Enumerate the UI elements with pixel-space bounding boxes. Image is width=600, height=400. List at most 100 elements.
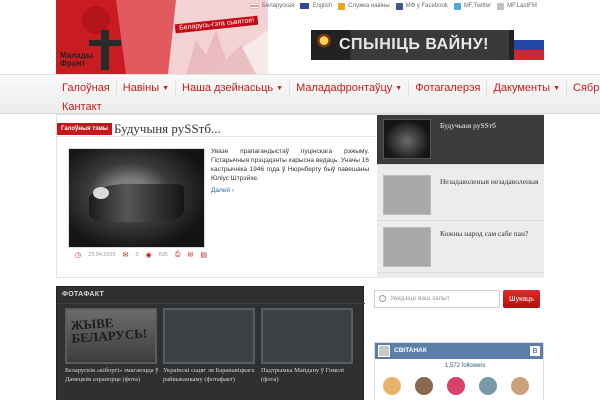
pdf-icon[interactable]: ▤ (200, 251, 207, 259)
top-link-lastfm[interactable]: MF.LastFM (497, 1, 537, 11)
nav-item-label: Наша дзейнасьць (182, 82, 274, 94)
featured-side-list: Будучыня руSSтб Незадаволеныя незадаволе… (377, 115, 544, 278)
fotafakt-caption[interactable]: Падтрымка Майдану ў Гомелі (фота) (261, 367, 355, 384)
rss-icon (338, 2, 346, 10)
nav-item-activity[interactable]: Наша дзейнасьць ▼ (176, 80, 291, 96)
nav-item-label: Кантакт (62, 101, 102, 113)
rubric-badge[interactable]: Галоўныя тэмы (57, 123, 113, 135)
side-thumbnail (383, 175, 431, 215)
fotafakt-image[interactable] (163, 308, 255, 364)
divider (57, 303, 365, 304)
vk-header[interactable]: СВІТАНАК B (375, 343, 543, 359)
fotafakt-panel: ФОТАФАКТ ЖЫВЕ БЕЛАРУСЬ! Беларускія «кібо… (56, 286, 365, 400)
nav-item-label: Навіны (122, 82, 160, 94)
side-item-title: Будучыня руSSтб (440, 121, 496, 130)
flag-ru-icon (514, 30, 544, 60)
nav-item-documents[interactable]: Дакументы ▼ (487, 80, 568, 96)
chevron-down-icon: ▼ (276, 84, 284, 92)
divider (57, 136, 375, 137)
side-item-title: Кожны народ сам сабе пан? (440, 229, 529, 238)
featured-header: Галоўныя тэмы Будучыня руSSтб... (57, 119, 375, 137)
vk-group-avatar (378, 345, 390, 357)
fotafakt-heading: ФОТАФАКТ (62, 291, 105, 298)
read-more-link[interactable]: Далей › (211, 187, 234, 194)
nav-item-label: Дакументы (493, 82, 551, 94)
nav-item-news[interactable]: Навіны ▼ (117, 80, 177, 96)
meta-views: 635 (158, 252, 168, 258)
print-icon[interactable]: ⎙ (175, 251, 181, 259)
nav-row-primary: Галоўная Навіны ▼ Наша дзейнасьць ▼ Малада… (56, 80, 600, 96)
side-thumbnail (383, 227, 431, 267)
fotafakt-caption[interactable]: Украінскі сьцяг ля Баранавіцкага райвыка… (163, 367, 257, 384)
candle-icon (317, 34, 331, 56)
fotafakt-image[interactable] (261, 308, 353, 364)
clock-icon: ◷ (75, 252, 82, 259)
top-link-label: МФ у Facebook (405, 3, 448, 9)
nav-item-label: Маладафронтаўцу (296, 82, 393, 94)
flag-en-icon (300, 3, 310, 9)
top-link-label: English (312, 3, 333, 9)
nav-item-label: Сябры (573, 82, 600, 94)
meta-date: 23.04.2015 (88, 252, 116, 258)
featured-title[interactable]: Будучыня руSSтб... (114, 121, 221, 137)
avatar[interactable] (447, 377, 465, 395)
fotafakt-image[interactable]: ЖЫВЕ БЕЛАРУСЬ! (65, 308, 157, 364)
featured-news: Галоўныя тэмы Будучыня руSSтб... Увазе п… (56, 114, 544, 278)
logo-text: Малады Фронт (60, 51, 93, 68)
search-placeholder: Увядзіце ваш запыт (390, 295, 450, 302)
main-nav: Галоўная Навіны ▼ Наша дзейнасьць ▼ Малада… (0, 74, 600, 114)
twitter-icon (453, 2, 461, 10)
site-header: Малады Фронт Беларусь-гэта сьвятое! Бела… (0, 0, 600, 74)
avatar[interactable] (383, 377, 401, 395)
nav-item-members[interactable]: Маладафронтаўцу ▼ (290, 80, 410, 96)
nav-item-contact[interactable]: Кантакт (56, 99, 108, 115)
eye-icon: ◉ (145, 252, 152, 259)
featured-photo[interactable] (68, 148, 205, 248)
featured-meta: ◷ 23.04.2015 ✉ 0 ◉ 635 ⎙ ✉ ▤ (75, 251, 207, 259)
top-link-twitter[interactable]: MF.Twitter (453, 1, 491, 11)
side-item-title: Незадаволеныя незадаволеныя (440, 177, 539, 186)
avatar[interactable] (415, 377, 433, 395)
stop-war-banner[interactable]: СПЫНІЦЬ ВАЙНУ! (311, 30, 544, 60)
top-link-facebook[interactable]: МФ у Facebook (395, 1, 448, 11)
banner-text: СПЫНІЦЬ ВАЙНУ! (339, 36, 489, 53)
side-list-item[interactable]: Будучыня руSSтб (377, 115, 544, 165)
comment-icon[interactable]: ✉ (123, 251, 129, 259)
lastfm-icon (497, 2, 505, 10)
vk-follower-avatars (383, 377, 529, 395)
nav-item-home[interactable]: Галоўная (56, 80, 117, 96)
nav-item-label: Галоўная (62, 82, 110, 94)
top-link-label: Беларуская (262, 3, 295, 9)
chevron-down-icon: ▼ (162, 84, 170, 92)
vk-logo-icon: B (530, 346, 540, 356)
side-list-item[interactable]: Кожны народ сам сабе пан? (377, 223, 544, 273)
top-links: Беларуская English Служка навіны МФ у Fa… (250, 1, 537, 11)
graffiti-text: ЖЫВЕ БЕЛАРУСЬ! (70, 314, 148, 346)
page: Малады Фронт Беларусь-гэта сьвятое! Бела… (0, 0, 600, 400)
facebook-icon (395, 2, 403, 10)
featured-excerpt: Увазе прапагандыстаў пуцінскага рэжыму. … (211, 148, 369, 182)
nav-item-gallery[interactable]: Фотагалерэя (409, 80, 488, 96)
top-link-belarusian[interactable]: Беларуская (250, 1, 294, 11)
vk-group-name: СВІТАНАК (394, 347, 427, 354)
top-link-label: Служка навіны (348, 3, 390, 9)
avatar[interactable] (511, 377, 529, 395)
top-link-label: MF.LastFM (507, 3, 537, 9)
top-link-english[interactable]: English (300, 1, 332, 11)
nav-item-friends[interactable]: Сябры (567, 80, 600, 96)
search-input[interactable]: Увядзіце ваш запыт (374, 290, 500, 308)
vk-community-widget: СВІТАНАК B 1,572 followers (374, 342, 544, 400)
top-link-rss[interactable]: Служка навіны (338, 1, 390, 11)
search-icon (379, 295, 386, 302)
side-list-item[interactable]: Незадаволеныя незадаволеныя (377, 171, 544, 221)
fotafakt-caption[interactable]: Беларускія «кіборгі» змагаюцца ў Данецкі… (65, 367, 159, 384)
vk-followers-count[interactable]: 1,572 followers (445, 363, 485, 369)
search-button[interactable]: Шукаць (503, 290, 540, 308)
photo-face (93, 187, 109, 199)
meta-comments: 0 (135, 252, 139, 258)
nav-row-secondary: Кантакт (56, 99, 108, 115)
avatar[interactable] (479, 377, 497, 395)
email-icon[interactable]: ✉ (187, 251, 193, 259)
chevron-down-icon: ▼ (395, 84, 403, 92)
nav-item-label: Фотагалерэя (415, 82, 481, 94)
